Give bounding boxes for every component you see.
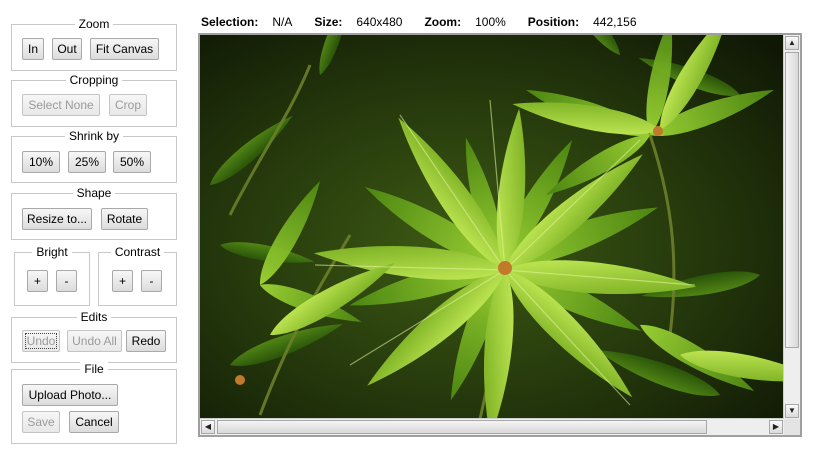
photo-canvas[interactable]	[200, 35, 784, 419]
bright-plus-button[interactable]: +	[27, 270, 48, 292]
file-group-title: File	[80, 362, 108, 376]
select-none-button[interactable]: Select None	[22, 94, 100, 116]
image-viewport[interactable]: ▲ ▼ ◀ ▶	[198, 33, 802, 437]
resize-to-button[interactable]: Resize to...	[22, 208, 92, 230]
size-value: 640x480	[356, 15, 403, 29]
shrink-group: Shrink by 10% 25% 50%	[11, 129, 177, 183]
scroll-up-icon[interactable]: ▲	[785, 36, 799, 50]
vertical-scrollbar[interactable]: ▲ ▼	[783, 35, 800, 419]
zoom-group: Zoom In Out Fit Canvas	[11, 17, 177, 71]
undo-all-button[interactable]: Undo All	[67, 330, 122, 352]
contrast-group: Contrast + -	[98, 245, 177, 306]
bright-minus-button[interactable]: -	[56, 270, 77, 292]
upload-photo-button[interactable]: Upload Photo...	[22, 384, 118, 406]
undo-button[interactable]: Undo	[22, 330, 60, 352]
save-button[interactable]: Save	[22, 411, 60, 433]
shape-group-title: Shape	[72, 186, 116, 200]
scroll-down-icon[interactable]: ▼	[785, 404, 799, 418]
edits-group: Edits Undo Undo All Redo	[11, 310, 177, 363]
zoom-out-button[interactable]: Out	[52, 38, 82, 60]
bright-group: Bright + -	[14, 245, 90, 306]
file-group: File Upload Photo... Save Cancel	[11, 362, 177, 444]
shrink-group-title: Shrink by	[64, 129, 124, 143]
zoom-in-button[interactable]: In	[22, 38, 44, 60]
zoom-label: Zoom:	[424, 15, 462, 29]
scroll-corner	[784, 419, 800, 435]
vertical-scroll-thumb[interactable]	[785, 52, 799, 348]
rotate-button[interactable]: Rotate	[101, 208, 148, 230]
bright-group-title: Bright	[32, 245, 72, 259]
scroll-left-icon[interactable]: ◀	[201, 420, 215, 434]
position-label: Position:	[527, 15, 580, 29]
position-value: 442,156	[593, 15, 637, 29]
contrast-group-title: Contrast	[110, 245, 165, 259]
shrink-10-button[interactable]: 10%	[22, 151, 60, 173]
contrast-minus-button[interactable]: -	[141, 270, 162, 292]
fit-canvas-button[interactable]: Fit Canvas	[90, 38, 159, 60]
horizontal-scroll-thumb[interactable]	[217, 420, 707, 434]
selection-value: N/A	[272, 15, 293, 29]
zoom-value: 100%	[475, 15, 506, 29]
scroll-right-icon[interactable]: ▶	[769, 420, 783, 434]
contrast-plus-button[interactable]: +	[112, 270, 133, 292]
crop-button[interactable]: Crop	[109, 94, 147, 116]
horizontal-scrollbar[interactable]: ◀ ▶	[200, 418, 784, 435]
zoom-group-title: Zoom	[74, 17, 114, 31]
cancel-button[interactable]: Cancel	[69, 411, 119, 433]
shrink-25-button[interactable]: 25%	[68, 151, 106, 173]
shrink-50-button[interactable]: 50%	[113, 151, 151, 173]
selection-label: Selection:	[201, 15, 259, 29]
redo-button[interactable]: Redo	[126, 330, 166, 352]
shape-group: Shape Resize to... Rotate	[11, 186, 177, 240]
cropping-group: Cropping Select None Crop	[11, 73, 177, 127]
plant-photo	[200, 35, 784, 419]
edits-group-title: Edits	[76, 310, 112, 324]
status-bar: Selection: N/A Size: 640x480 Zoom: 100% …	[201, 14, 659, 30]
cropping-group-title: Cropping	[65, 73, 123, 87]
size-label: Size:	[314, 15, 343, 29]
